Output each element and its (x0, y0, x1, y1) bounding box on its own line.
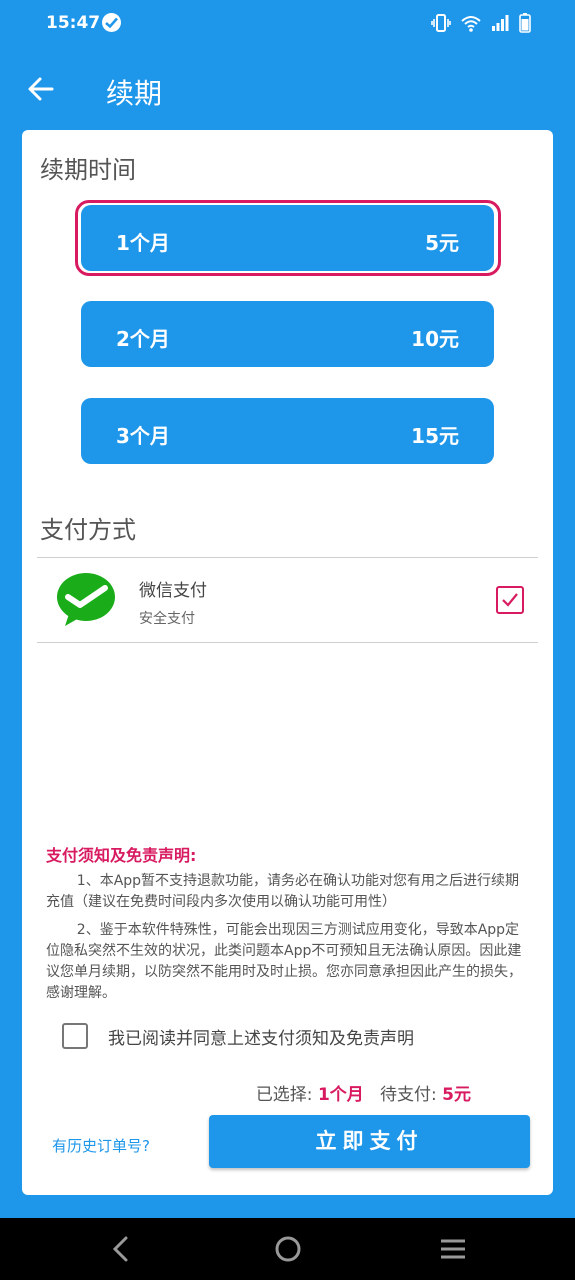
selected-value: 1个月 (317, 1085, 364, 1105)
page-title: 续期 (106, 77, 163, 110)
plan-option-1-month[interactable]: 1个月 5元 (81, 205, 494, 271)
plan-label: 3个月 (116, 424, 170, 448)
plan-label: 1个月 (116, 231, 170, 255)
signal-icon (492, 15, 509, 31)
agreement-label[interactable]: 我已阅读并同意上述支付须知及免责声明 (108, 1024, 414, 1049)
pending-value: 5元 (442, 1085, 471, 1105)
main-card: 续期时间 1个月 5元 2个月 10元 3个月 15元 支付方式 微信支付 安全… (22, 130, 553, 1195)
check-circle-icon (102, 13, 121, 32)
vibrate-icon (431, 14, 451, 32)
plan-option-2-months[interactable]: 2个月 10元 (81, 301, 494, 367)
plan-price: 15元 (411, 424, 459, 448)
system-nav-bar (0, 1218, 575, 1280)
divider (37, 642, 538, 643)
app-bar: 续期 (0, 48, 575, 130)
selected-label: 已选择: (255, 1085, 313, 1105)
notice-paragraph-1: 1、本App暂不支持退款功能，请务必在确认功能对您有用之后进行续期充值（建议在免… (46, 873, 520, 910)
pending-label: 待支付: (380, 1085, 437, 1105)
notice-paragraph-2: 2、鉴于本软件特殊性，可能会出现因三方测试应用变化，导致本App定位隐私突然不生… (46, 922, 522, 1001)
system-icons (431, 13, 531, 33)
status-time: 15:47 (46, 13, 101, 33)
history-order-link[interactable]: 有历史订单号? (52, 1135, 150, 1156)
battery-icon (519, 13, 531, 33)
pay-now-button[interactable]: 立即支付 (209, 1115, 530, 1168)
plan-label: 2个月 (116, 327, 170, 351)
order-summary: 已选择: 1个月 待支付: 5元 (256, 1080, 471, 1105)
payment-method-checkbox[interactable] (496, 586, 524, 614)
home-circle-icon[interactable] (274, 1235, 302, 1263)
agreement-checkbox[interactable] (62, 1023, 88, 1049)
status-bar: 15:47 (0, 0, 575, 48)
payment-section-title: 支付方式 (40, 516, 136, 544)
back-triangle-icon[interactable] (110, 1235, 132, 1263)
payment-method-name: 微信支付 (139, 581, 207, 601)
renewal-section-title: 续期时间 (40, 156, 136, 184)
notice-title: 支付须知及免责声明: (46, 846, 197, 865)
payment-method-wechat[interactable]: 微信支付 安全支付 (37, 558, 538, 642)
plan-price: 10元 (411, 327, 459, 351)
plan-price: 5元 (425, 231, 459, 255)
menu-lines-icon[interactable] (439, 1235, 467, 1263)
plan-option-3-months[interactable]: 3个月 15元 (81, 398, 494, 464)
wechat-icon (55, 572, 117, 632)
payment-method-subtitle: 安全支付 (139, 611, 195, 627)
wifi-icon (461, 15, 481, 32)
arrow-left-icon[interactable] (26, 74, 56, 104)
